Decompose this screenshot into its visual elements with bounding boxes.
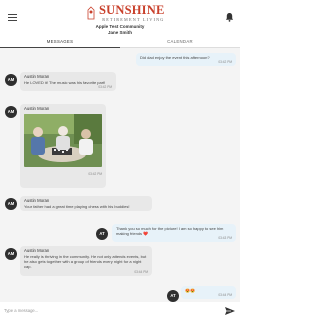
message-time: 03:42 PM — [88, 172, 102, 176]
avatar: AM — [5, 248, 17, 260]
tab-bar: MESSAGES CALENDAR — [0, 38, 240, 48]
brand-tagline: RETIREMENT LIVING — [102, 16, 165, 22]
brand-logo: SUNSHINE RETIREMENT LIVING — [86, 4, 165, 22]
message-time: 03:44 PM — [134, 269, 148, 274]
message-text: He really is thriving in the community. … — [24, 254, 147, 270]
avatar: AM — [5, 106, 17, 118]
resident-name: Jane Smith — [107, 30, 132, 35]
tab-calendar[interactable]: CALENDAR — [120, 38, 240, 48]
message-time: 03:43 PM — [218, 236, 232, 241]
tab-messages[interactable]: MESSAGES — [0, 38, 120, 48]
outgoing-message: 😍😍 03:44 PM — [181, 286, 236, 300]
photo-seniors-playing-chess[interactable] — [24, 114, 102, 167]
app-header: SUNSHINE RETIREMENT LIVING Apple Test Co… — [0, 0, 240, 38]
avatar: AM — [5, 198, 17, 210]
avatar: AT — [167, 290, 179, 302]
message-thread[interactable]: Did dad enjoy the event this afternoon? … — [0, 48, 240, 302]
incoming-message: Austin Moran He really is thriving in th… — [20, 246, 152, 276]
message-time: 03:42 PM — [98, 85, 112, 90]
incoming-photo-message: Austin Moran 03:42 PM — [20, 104, 106, 188]
message-time: 03:42 PM — [218, 60, 232, 65]
outgoing-message: Thank you so much for the picture! I am … — [112, 224, 236, 243]
send-icon[interactable] — [224, 305, 236, 317]
bell-icon[interactable] — [225, 12, 234, 22]
sender-name: Austin Moran — [24, 106, 50, 111]
message-time: 03:44 PM — [218, 293, 232, 298]
incoming-message: Austin Moran He LOVED it! The music was … — [20, 72, 116, 92]
hamburger-menu-icon[interactable] — [8, 14, 17, 21]
message-text: Thank you so much for the picture! I am … — [116, 226, 224, 237]
sunshine-emblem-icon — [87, 6, 95, 20]
avatar: AM — [5, 74, 17, 86]
incoming-message: Austin Moran Your father had a great tim… — [20, 196, 152, 212]
message-composer — [0, 302, 240, 320]
message-text: Your father had a great time playing che… — [24, 204, 130, 209]
message-input[interactable] — [4, 305, 209, 316]
outgoing-message: Did dad enjoy the event this afternoon? … — [136, 53, 236, 67]
avatar: AT — [96, 228, 108, 240]
brand-name: SUNSHINE — [99, 3, 165, 18]
